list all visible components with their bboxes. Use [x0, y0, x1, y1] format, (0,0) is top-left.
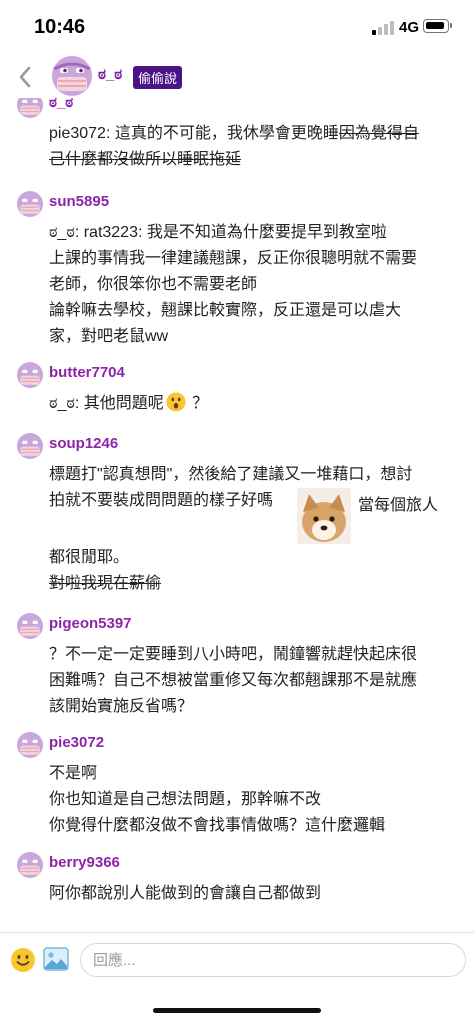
message-username[interactable]: berry9366 [49, 854, 120, 871]
header-avatar[interactable] [52, 56, 92, 101]
masked-face-icon [17, 613, 43, 639]
reply-bar [0, 932, 474, 995]
smiley-icon [11, 948, 35, 972]
masked-face-icon [17, 362, 43, 388]
header-username[interactable]: ಠ_ಠ [98, 66, 122, 83]
user-avatar[interactable] [17, 362, 43, 393]
chevron-left-icon [19, 66, 31, 88]
user-avatar[interactable] [17, 98, 43, 123]
astonished-face-icon [166, 392, 186, 412]
status-time: 10:46 [34, 16, 86, 38]
user-avatar[interactable] [17, 613, 43, 644]
user-avatar[interactable] [17, 191, 43, 222]
masked-face-icon [52, 56, 92, 96]
chat-header: ಠ_ಠ 偷偷說 [0, 56, 474, 98]
masked-face-icon [17, 191, 43, 217]
battery-icon [423, 19, 452, 33]
message-username[interactable]: sun5895 [49, 193, 109, 210]
message-text: ಠ_ಠ: 其他問題呢 ？ [49, 391, 459, 417]
anonymous-badge: 偷偷說 [133, 66, 183, 89]
masked-face-icon [17, 98, 43, 118]
message-username[interactable]: butter7704 [49, 364, 125, 381]
status-bar: 10:46 4G [0, 0, 474, 56]
user-avatar[interactable] [17, 732, 43, 763]
dog-photo-image[interactable] [297, 488, 351, 544]
image-icon [43, 947, 69, 971]
message-username[interactable]: pie3072 [49, 734, 104, 751]
image-upload-button[interactable] [43, 947, 69, 971]
masked-face-icon [17, 732, 43, 758]
reply-input[interactable] [80, 943, 466, 977]
message-text: 不是啊 你也知道是自己想法問題，那幹嘛不改 你覺得什麼都沒做不會找事情做嗎？這什… [49, 765, 386, 834]
message-text: 標題打"認真想問"，然後給了建議又一堆藉口，想討 拍就不要裝成問問題的樣子好嗎 … [49, 466, 439, 592]
message-username[interactable]: ಠ_ಠ [49, 98, 73, 111]
masked-face-icon [17, 433, 43, 459]
user-avatar[interactable] [17, 433, 43, 464]
masked-face-icon [17, 852, 43, 878]
message-text: 阿你都說別人能做到的會讓自己都做到 [49, 885, 322, 902]
message-username[interactable]: soup1246 [49, 435, 118, 452]
cellular-signal-icon [372, 21, 396, 35]
network-type: 4G [399, 19, 420, 36]
home-indicator [153, 1008, 321, 1013]
message-list[interactable]: ಠ_ಠ pie3072: 這真的不可能，我休學會更晚睡因為覺得自 己什麼都沒做所… [0, 98, 474, 932]
message-text: ？不一定一定要睡到八小時吧，鬧鐘響就趕快起床很 困難嗎？自己不想被當重修又每次都… [49, 646, 418, 715]
emoji-button[interactable] [10, 947, 36, 973]
user-avatar[interactable] [17, 852, 43, 883]
message-text: pie3072: 這真的不可能，我休學會更晚睡因為覺得自 己什麼都沒做所以睡眠拖… [49, 125, 419, 168]
message-username[interactable]: pigeon5397 [49, 615, 132, 632]
dog-face-icon [297, 488, 351, 544]
back-button[interactable] [12, 62, 40, 92]
message-text: ಠ_ಠ: rat3223: 我是不知道為什麼要提早到教室啦 上課的事情我一律建議… [49, 224, 418, 345]
